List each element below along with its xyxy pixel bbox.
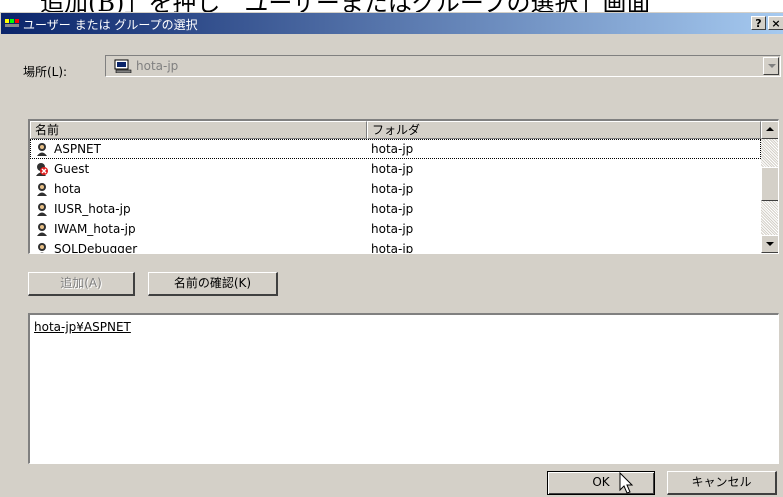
user-icon — [38, 243, 46, 253]
item-name: Guest — [54, 162, 90, 176]
item-folder: hota-jp — [371, 242, 414, 254]
item-folder: hota-jp — [371, 202, 414, 216]
list-item[interactable]: ASPNET hota-jp — [30, 139, 761, 159]
list-scrollbar[interactable] — [761, 121, 778, 253]
disabled-user-icon — [36, 163, 48, 176]
location-value: hota-jp — [136, 59, 179, 73]
dialog-title: ユーザー または グループの選択 — [23, 18, 198, 32]
item-name: IUSR_hota-jp — [54, 202, 131, 216]
list-item[interactable]: IUSR_hota-jp hota-jp — [30, 199, 761, 219]
title-bar[interactable]: ユーザー または グループの選択 ? × — [1, 13, 783, 34]
app-icon — [5, 19, 19, 27]
location-dropdown[interactable]: hota-jp — [105, 55, 781, 77]
item-folder: hota-jp — [371, 162, 414, 176]
arrow-down-icon — [766, 242, 774, 246]
ok-button[interactable]: OK — [547, 471, 655, 495]
help-button[interactable]: ? — [751, 16, 766, 30]
scroll-up-button[interactable] — [761, 121, 778, 139]
computer-icon — [114, 59, 132, 73]
item-name: hota — [54, 182, 82, 196]
item-folder: hota-jp — [371, 182, 414, 196]
user-icon — [37, 223, 47, 236]
chevron-down-icon — [768, 64, 776, 68]
arrow-up-icon — [766, 127, 774, 131]
user-group-list[interactable]: 名前 フォルダ ASPNET hota-jp Guest hota-jp hot… — [28, 119, 779, 254]
select-user-or-group-dialog: ユーザー または グループの選択 ? × 場所(L): hota-jp 名前 フ… — [0, 12, 783, 497]
column-header-folder[interactable]: フォルダ — [367, 121, 761, 139]
item-name: ASPNET — [54, 142, 101, 156]
list-item[interactable]: IWAM_hota-jp hota-jp — [30, 219, 761, 239]
cancel-button[interactable]: キャンセル — [667, 471, 777, 495]
item-name: IWAM_hota-jp — [54, 222, 136, 236]
list-item[interactable]: hota hota-jp — [30, 179, 761, 199]
list-item[interactable]: Guest hota-jp — [30, 159, 761, 179]
item-folder: hota-jp — [371, 142, 414, 156]
close-button[interactable]: × — [768, 16, 783, 30]
user-icon — [37, 143, 47, 156]
selected-names-box[interactable]: hota-jp¥ASPNET — [28, 313, 779, 464]
add-button[interactable]: 追加(A) — [28, 272, 135, 296]
user-icon — [37, 203, 47, 216]
column-header-name[interactable]: 名前 — [30, 121, 367, 139]
location-label: 場所(L): — [23, 65, 68, 79]
user-icon — [37, 183, 47, 196]
item-name: SQLDebugger — [54, 242, 138, 254]
scroll-down-button[interactable] — [761, 235, 778, 253]
check-names-button[interactable]: 名前の確認(K) — [148, 272, 278, 296]
selected-name[interactable]: hota-jp¥ASPNET — [34, 320, 131, 334]
location-dropdown-button[interactable] — [763, 57, 779, 75]
item-folder: hota-jp — [371, 222, 414, 236]
mouse-cursor-icon — [619, 472, 634, 494]
scroll-thumb[interactable] — [761, 167, 778, 201]
list-item[interactable]: SQLDebugger hota-jp — [30, 239, 761, 254]
